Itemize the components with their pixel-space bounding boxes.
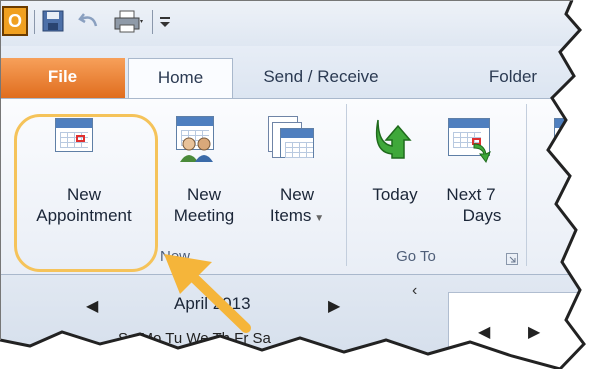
outlook-ribbon-screenshot: O File Home Send / Receive Folder New Ap… bbox=[0, 0, 598, 369]
torn-edge-border bbox=[0, 0, 598, 369]
